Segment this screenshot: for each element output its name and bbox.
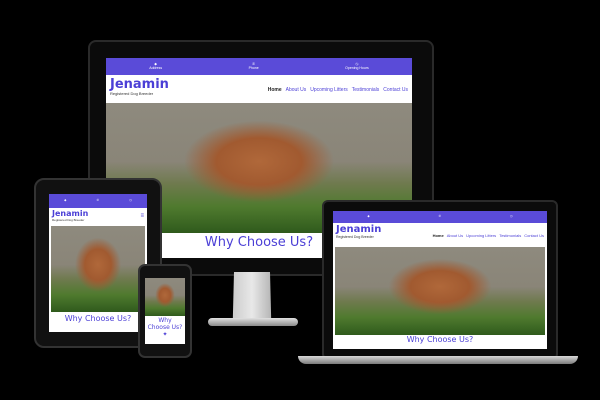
brand-logo[interactable]: Jenamin <box>110 77 169 92</box>
laptop-nav: Home About Us Upcoming Litters Testimoni… <box>433 233 544 238</box>
hero-heading: Why Choose Us? <box>64 314 132 323</box>
tablet-topbar: ◆ ✆ ◷ <box>49 194 147 208</box>
hero-image <box>145 278 185 316</box>
address-title: Address <box>149 65 163 70</box>
laptop-address: ◆ <box>367 215 369 218</box>
hero-image <box>335 247 545 335</box>
nav-contact[interactable]: Contact Us <box>524 233 544 238</box>
laptop-header: Jenamin Registered Dog Breeder Home Abou… <box>333 223 547 245</box>
brand-tagline: Registered Dog Breeder <box>110 91 154 96</box>
phone-icon: ✆ <box>438 214 442 219</box>
nav-testimonials[interactable]: Testimonials <box>352 87 380 93</box>
tablet-address: ◆ <box>64 199 66 202</box>
phone-block: ✆ Phone <box>248 62 259 71</box>
clock-icon: ◷ <box>129 198 132 203</box>
desktop-header: Jenamin Registered Dog Breeder Home Abou… <box>106 75 412 103</box>
desktop-base <box>208 318 298 326</box>
hours-title: Opening Hours <box>345 65 369 70</box>
address-block: ◆ Address <box>149 62 163 71</box>
paw-icon: ✦ <box>162 331 168 339</box>
desktop-topbar: ◆ Address ✆ Phone ◷ Opening Hours <box>106 58 412 75</box>
brand-tagline: Registered Dog Breeder <box>336 235 374 239</box>
tablet-header: Jenamin Registered Dog Breeder ≡ <box>49 208 147 226</box>
hero-image <box>51 226 145 312</box>
nav-about[interactable]: About Us <box>286 87 307 93</box>
laptop-screen: ◆ ✆ ◷ Jenamin Registered Dog Breeder Hom… <box>333 211 547 349</box>
hero-heading: Why Choose Us? <box>147 317 183 331</box>
laptop-device: ◆ ✆ ◷ Jenamin Registered Dog Breeder Hom… <box>322 200 558 360</box>
desktop-stand <box>232 272 272 320</box>
laptop-topbar: ◆ ✆ ◷ <box>333 211 547 223</box>
desktop-nav: Home About Us Upcoming Litters Testimoni… <box>268 87 408 93</box>
brand-logo[interactable]: Jenamin <box>336 224 381 235</box>
nav-home[interactable]: Home <box>433 233 444 238</box>
clock-icon: ◷ <box>509 214 513 219</box>
laptop-phone: ✆ <box>439 215 442 218</box>
hero-heading: Why Choose Us? <box>406 335 474 344</box>
laptop-base <box>298 356 578 364</box>
tablet-phone: ✆ <box>97 199 100 202</box>
location-icon: ◆ <box>64 198 67 203</box>
brand-tagline: Registered Dog Breeder <box>52 218 85 222</box>
hours-block: ◷ Opening Hours <box>345 62 369 71</box>
nav-testimonials[interactable]: Testimonials <box>499 233 521 238</box>
phone-title: Phone <box>248 65 259 70</box>
location-icon: ◆ <box>367 214 370 219</box>
tablet-hours: ◷ <box>129 199 132 202</box>
nav-home[interactable]: Home <box>268 87 282 93</box>
phone-icon: ✆ <box>96 198 100 203</box>
menu-icon[interactable]: ≡ <box>140 213 144 219</box>
laptop-hours: ◷ <box>510 215 513 218</box>
nav-litters[interactable]: Upcoming Litters <box>310 87 348 93</box>
brand-logo[interactable]: Jenamin <box>52 209 88 218</box>
nav-contact[interactable]: Contact Us <box>383 87 408 93</box>
nav-litters[interactable]: Upcoming Litters <box>466 233 496 238</box>
nav-about[interactable]: About Us <box>447 233 463 238</box>
tablet-screen: ◆ ✆ ◷ Jenamin Registered Dog Breeder ≡ W… <box>49 194 147 332</box>
phone-device: Why Choose Us? ✦ <box>138 264 192 358</box>
phone-screen: Why Choose Us? ✦ <box>145 278 185 344</box>
